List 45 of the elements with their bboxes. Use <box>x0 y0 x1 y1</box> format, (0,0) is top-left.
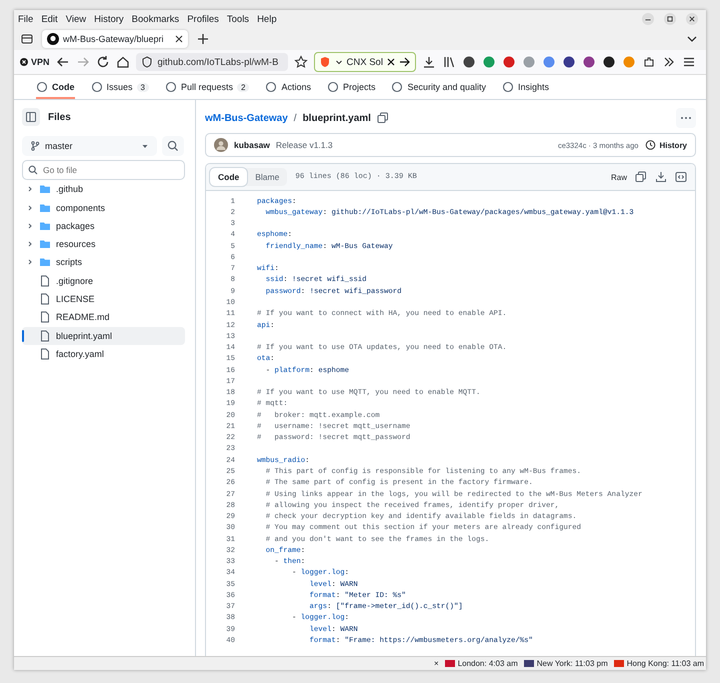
clock-text: New York: 11:03 pm <box>536 659 608 668</box>
file-tree-item[interactable]: factory.yaml <box>22 344 185 363</box>
menu-item[interactable]: Profiles <box>187 14 219 24</box>
file-tree-item[interactable]: resources <box>22 235 185 254</box>
file-tree-item[interactable]: packages <box>22 216 185 235</box>
menu-item[interactable]: History <box>94 14 124 24</box>
menu-item[interactable]: Edit <box>41 14 58 24</box>
menu-item[interactable]: Bookmarks <box>132 14 180 24</box>
clock-text: Hong Kong: 11:03 am <box>626 659 704 668</box>
repo-tab[interactable]: Security and quality <box>391 75 486 99</box>
menu-item[interactable]: View <box>66 14 86 24</box>
repo-tab[interactable]: Actions <box>265 75 311 99</box>
file-tree-item[interactable]: components <box>22 198 185 217</box>
repo-tab[interactable]: Projects <box>326 75 376 99</box>
menu-item[interactable]: File <box>18 14 34 24</box>
file-tree-item[interactable]: LICENSE <box>22 290 185 308</box>
sidebar-title: Files <box>48 112 71 122</box>
file-tree-item[interactable]: blueprint.yaml <box>22 326 185 345</box>
repo-link[interactable]: wM-Bus-Gateway <box>205 112 288 124</box>
close-icon[interactable]: × <box>434 659 439 668</box>
commit-message[interactable]: Release v1.1.3 <box>276 140 333 150</box>
raw-button[interactable]: Raw <box>610 172 627 182</box>
commit-author[interactable]: kubasaw <box>234 140 270 150</box>
path-separator: / <box>294 112 297 124</box>
view-toggle[interactable]: Code <box>210 168 248 186</box>
branch-selector[interactable]: master <box>22 136 157 156</box>
file-tree-item[interactable]: .gitignore <box>22 272 185 290</box>
browser-tab[interactable]: wM-Bus-Gateway/bluepri <box>42 30 188 48</box>
menu-item[interactable]: Tools <box>226 14 250 24</box>
clock-text: London: 4:03 am <box>458 659 518 668</box>
file-search-field[interactable]: Go to file <box>22 160 185 180</box>
file-tree-item[interactable]: scripts <box>22 253 185 272</box>
menu-item[interactable]: Help <box>257 14 277 24</box>
file-tree-item[interactable]: .github <box>22 180 185 198</box>
repo-tab[interactable]: Pull requests 2 <box>164 75 250 99</box>
history-button[interactable]: History <box>644 139 687 151</box>
vpn-button[interactable]: VPN <box>20 57 50 67</box>
repo-tab[interactable]: Issues 3 <box>90 75 149 99</box>
repo-tab[interactable]: Code <box>36 75 74 99</box>
file-name: blueprint.yaml <box>302 112 371 124</box>
file-tree-item[interactable]: README.md <box>22 308 185 326</box>
address-bar[interactable]: github.com/IoTLabs-pl/wM-B <box>136 53 288 71</box>
search-field[interactable]: CNX Sol <box>314 52 416 72</box>
repo-tab[interactable]: Insights <box>502 75 550 99</box>
view-toggle[interactable]: Blame <box>247 168 288 186</box>
